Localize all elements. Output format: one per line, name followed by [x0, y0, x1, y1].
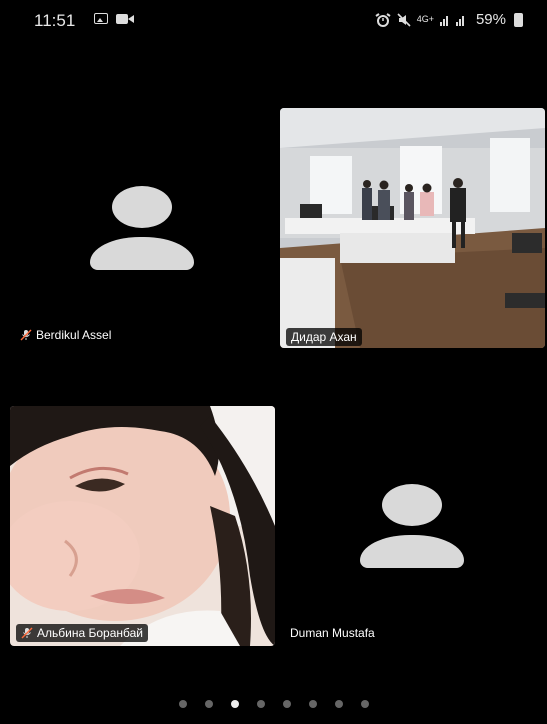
participant-name-pill: Альбина Боранбай — [16, 624, 148, 642]
mic-off-icon — [20, 329, 32, 341]
video-feed-classroom — [280, 108, 545, 348]
avatar-placeholder — [90, 186, 194, 270]
status-indicators: 4G+ 59% — [375, 11, 523, 28]
participant-name: Дидар Ахан — [286, 328, 362, 346]
battery-icon — [514, 12, 523, 27]
battery-percent: 59% — [475, 11, 506, 28]
page-dot[interactable] — [256, 700, 265, 708]
page-indicator[interactable] — [0, 700, 547, 708]
participant-name-label: Berdikul Assel — [20, 328, 111, 342]
status-time: 11:51 — [34, 11, 76, 30]
page-dot[interactable] — [360, 700, 369, 708]
page-dot[interactable] — [178, 700, 187, 708]
participant-name: Альбина Боранбай — [37, 626, 143, 640]
avatar-body — [90, 237, 194, 270]
participant-name: Duman Mustafa — [290, 626, 375, 640]
page-dot[interactable] — [308, 700, 317, 708]
participant-tile-duman-mustafa[interactable]: Duman Mustafa — [280, 406, 545, 646]
avatar-head — [112, 186, 172, 228]
page-dot[interactable] — [204, 700, 213, 708]
participant-tile-berdikul-assel[interactable]: Berdikul Assel — [10, 108, 275, 348]
signal-icon — [439, 16, 464, 26]
image-icon — [94, 13, 108, 24]
mute-icon — [397, 12, 411, 27]
avatar-body — [360, 535, 464, 568]
mic-off-icon — [21, 627, 33, 639]
avatar-head — [382, 484, 442, 526]
page-dot[interactable] — [282, 700, 291, 708]
participant-name: Berdikul Assel — [36, 328, 112, 342]
status-bar: 11:51 4G+ 59% — [0, 0, 547, 40]
video-camera-icon — [116, 14, 134, 24]
video-feed-face — [10, 406, 275, 646]
participant-tile-albina-boranbay[interactable]: Альбина Боранбай — [10, 406, 275, 646]
participant-name-label: Duman Mustafa — [290, 626, 375, 640]
avatar-placeholder — [360, 484, 464, 568]
network-type: 4G+ — [416, 14, 434, 24]
notification-icons — [94, 13, 134, 24]
participant-name-label: Дидар Ахан — [286, 328, 362, 346]
page-dot-active[interactable] — [230, 700, 239, 708]
alarm-icon — [375, 12, 391, 27]
participant-tile-didar-akhan[interactable]: Дидар Ахан — [280, 108, 545, 348]
participant-name-label: Альбина Боранбай — [16, 624, 148, 642]
page-dot[interactable] — [334, 700, 343, 708]
